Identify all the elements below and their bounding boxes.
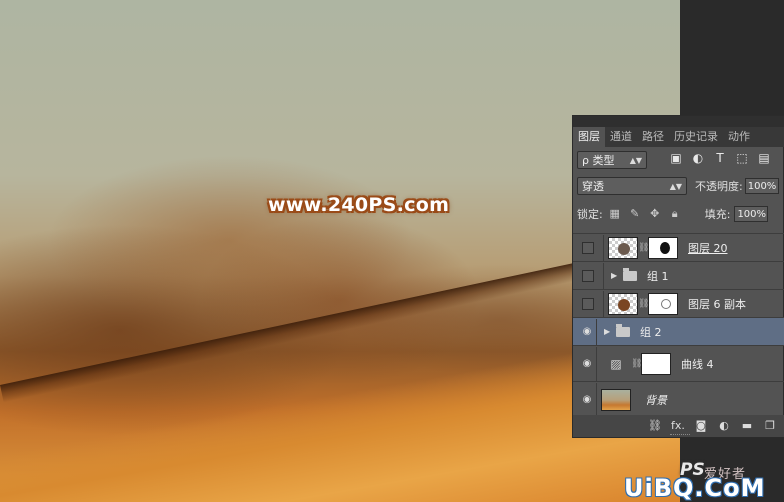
eye-icon[interactable]: ◉ — [578, 358, 596, 369]
mask-icon[interactable]: ◙ — [694, 419, 708, 433]
divider — [596, 318, 597, 345]
expand-triangle-icon[interactable]: ▶ — [611, 271, 621, 280]
link-chain-icon[interactable]: ⛓ — [638, 243, 649, 253]
layer-name: 图层 20 — [688, 241, 728, 255]
panel-tabs: 图层 通道 路径 历史记录 动作 — [573, 127, 784, 147]
updown-arrow-icon: ▲▼ — [669, 182, 682, 191]
layer-row-group1[interactable]: ▶ 组 1 — [573, 261, 784, 289]
visibility-toggle[interactable] — [582, 297, 594, 310]
divider — [603, 234, 604, 261]
resize-grip[interactable] — [670, 434, 690, 438]
adjustment-icon[interactable]: ◐ — [717, 419, 731, 433]
expand-triangle-icon[interactable]: ▶ — [604, 327, 614, 336]
layer-mask-thumbnail[interactable] — [648, 236, 678, 259]
blend-row: 穿透 ▲▼ 不透明度: 100% — [577, 176, 784, 196]
folder-icon — [623, 267, 637, 281]
curves-adjustment-icon: ▨ — [610, 356, 622, 371]
layer-row-group2[interactable]: ◉ ▶ 组 2 — [573, 317, 784, 345]
layer-name: 背景 — [645, 393, 667, 407]
opacity-label: 不透明度: — [695, 180, 743, 193]
layer-row-background[interactable]: ◉ 背景 — [573, 381, 784, 417]
new-layer-icon[interactable]: ❐ — [763, 419, 777, 433]
fill-field[interactable]: 100% — [734, 206, 769, 222]
panel-title-bar[interactable] — [573, 116, 784, 127]
visibility-toggle[interactable] — [582, 241, 594, 254]
blend-mode-label: 穿透 — [582, 180, 604, 193]
filter-icons: ▣ ◐ T ⬚ ▤ — [669, 151, 771, 165]
tab-actions[interactable]: 动作 — [723, 127, 755, 147]
background-thumbnail — [601, 388, 631, 411]
updown-arrow-icon: ▲▼ — [629, 156, 642, 165]
lock-all-icon[interactable]: 🔒︎ — [669, 208, 681, 220]
filter-row: ρ 类型 ▲▼ — [577, 150, 647, 170]
lock-row: 锁定: ▦ ✎ ✥ 🔒︎ 填充: 100% — [577, 204, 784, 224]
lock-paint-icon[interactable]: ✎ — [629, 208, 641, 220]
lock-icons: ▦ ✎ ✥ 🔒︎ — [609, 208, 681, 220]
layer-row-curves4[interactable]: ◉ ▨ ⛓ 曲线 4 — [573, 345, 784, 381]
folder-icon[interactable]: ▬ — [740, 419, 754, 433]
divider — [596, 346, 597, 381]
panel-footer: ⛓ fx. ◙ ◐ ▬ ❐ — [573, 415, 784, 437]
fill-label: 填充: — [704, 208, 731, 221]
layer-name: 组 2 — [640, 325, 662, 339]
layers-list: ⛓ 图层 20 ▶ 组 1 ⛓ 图层 6 副本 ◉ ▶ 组 2 ◉ ▨ ⛓ 曲线… — [573, 233, 784, 417]
divider — [596, 382, 597, 417]
tab-paths[interactable]: 路径 — [637, 127, 669, 147]
smart-object-icon[interactable]: ▤ — [757, 151, 771, 165]
filter-type-select[interactable]: ρ 类型 ▲▼ — [577, 151, 647, 169]
layer-name: 图层 6 副本 — [688, 297, 746, 311]
blend-mode-select[interactable]: 穿透 ▲▼ — [577, 177, 687, 195]
folder-icon — [616, 323, 630, 337]
layer-mask-thumbnail[interactable] — [641, 352, 671, 375]
lock-position-icon[interactable]: ✥ — [649, 208, 661, 220]
tab-layers[interactable]: 图层 — [573, 127, 605, 147]
eye-icon[interactable]: ◉ — [578, 326, 596, 337]
layer-row-layer6-copy[interactable]: ⛓ 图层 6 副本 — [573, 289, 784, 317]
link-chain-icon[interactable]: ⛓ — [638, 299, 649, 309]
fx-icon[interactable]: fx. — [671, 419, 685, 433]
tab-channels[interactable]: 通道 — [605, 127, 637, 147]
layers-panel: 图层 通道 路径 历史记录 动作 ρ 类型 ▲▼ ▣ ◐ T ⬚ ▤ 穿透 ▲▼… — [572, 115, 784, 438]
layer-thumbnail — [608, 292, 638, 315]
divider — [603, 290, 604, 317]
image-icon[interactable]: ▣ — [669, 151, 683, 165]
layer-name: 曲线 4 — [681, 357, 714, 371]
lock-transparency-icon[interactable]: ▦ — [609, 208, 621, 220]
eye-icon[interactable]: ◉ — [578, 394, 596, 405]
shape-icon[interactable]: ⬚ — [735, 151, 749, 165]
visibility-toggle[interactable] — [582, 269, 594, 282]
link-icon[interactable]: ⛓ — [648, 419, 662, 433]
canvas-watermark: www.240PS.com — [268, 194, 450, 216]
link-chain-icon[interactable]: ⛓ — [631, 359, 642, 369]
adjustment-icon[interactable]: ◐ — [691, 151, 705, 165]
lock-label: 锁定: — [577, 208, 603, 221]
tab-history[interactable]: 历史记录 — [669, 127, 723, 147]
filter-type-label: ρ 类型 — [582, 154, 615, 167]
layer-name: 组 1 — [647, 269, 669, 283]
layer-mask-thumbnail[interactable] — [648, 292, 678, 315]
site-watermark-domain: UiBQ.CoM — [624, 474, 766, 502]
divider — [603, 262, 604, 289]
type-icon[interactable]: T — [713, 151, 727, 165]
layer-thumbnail — [608, 236, 638, 259]
layer-row-layer20[interactable]: ⛓ 图层 20 — [573, 233, 784, 261]
opacity-field[interactable]: 100% — [744, 178, 779, 194]
